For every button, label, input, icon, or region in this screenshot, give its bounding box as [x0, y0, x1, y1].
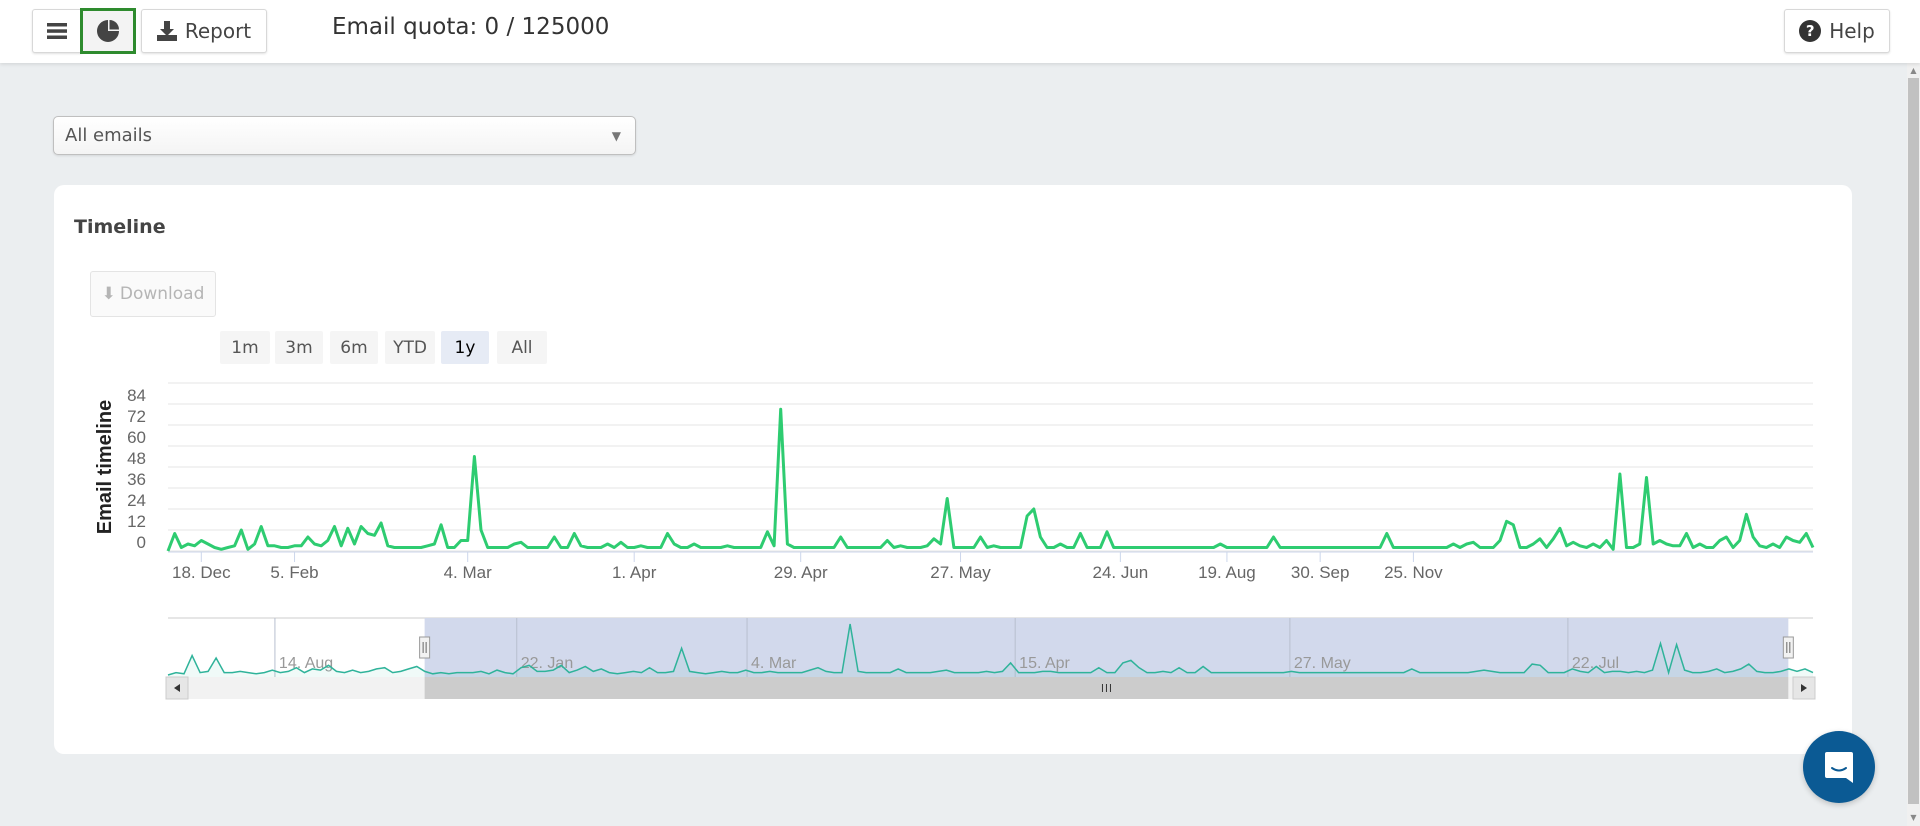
scroll-right-button[interactable] [1792, 676, 1816, 700]
navigator-left-handle[interactable] [419, 636, 431, 659]
page-scrollbar[interactable]: ▲ ▼ [1907, 63, 1920, 826]
handle-box [419, 636, 431, 659]
help-label: Help [1829, 19, 1875, 43]
menu-button[interactable] [32, 9, 82, 53]
navigator-scrollbar[interactable] [165, 676, 1816, 700]
email-filter-select[interactable]: All emails ▼ [53, 116, 636, 155]
download-label: Download [119, 284, 205, 304]
help-button[interactable]: ? Help [1784, 9, 1890, 53]
navigator-tick-label: 4. Mar [751, 655, 797, 672]
chat-icon [1825, 752, 1853, 783]
scrollbar-thumb[interactable] [1908, 78, 1919, 804]
scroll-left-button[interactable] [165, 676, 189, 700]
chat-button[interactable] [1803, 731, 1875, 803]
pie-chart-icon [97, 20, 119, 42]
range-button-1m[interactable]: 1m [220, 331, 270, 364]
download-arrow-icon: ⬇ [101, 284, 116, 304]
navigator-right-handle[interactable] [1782, 636, 1794, 659]
scroll-down-icon[interactable]: ▼ [1908, 812, 1919, 824]
email-filter-value: All emails [65, 125, 153, 146]
charts-view-button[interactable] [80, 8, 136, 54]
range-button-6m[interactable]: 6m [330, 331, 378, 364]
email-quota: Email quota: 0 / 125000 [332, 14, 610, 40]
timeline-title: Timeline [74, 216, 166, 238]
handle-box [1782, 636, 1794, 659]
report-label: Report [184, 19, 252, 43]
range-button-1y[interactable]: 1y [441, 331, 489, 364]
question-circle-icon: ? [1799, 20, 1822, 42]
chevron-down-icon: ▼ [611, 129, 621, 143]
report-button[interactable]: Report [141, 9, 267, 53]
download-icon [156, 21, 177, 41]
top-bar: Report Email quota: 0 / 125000 ? Help [0, 0, 1920, 63]
navigator-tick-label: 27. May [1294, 655, 1351, 672]
range-button-all[interactable]: All [497, 331, 547, 364]
range-button-ytd[interactable]: YTD [385, 331, 435, 364]
scroll-up-icon[interactable]: ▲ [1908, 65, 1919, 77]
download-button[interactable]: ⬇ Download [90, 271, 216, 317]
range-button-3m[interactable]: 3m [275, 331, 323, 364]
hamburger-menu-icon [47, 23, 67, 39]
navigator-tick-label: 15. Apr [1019, 655, 1070, 672]
